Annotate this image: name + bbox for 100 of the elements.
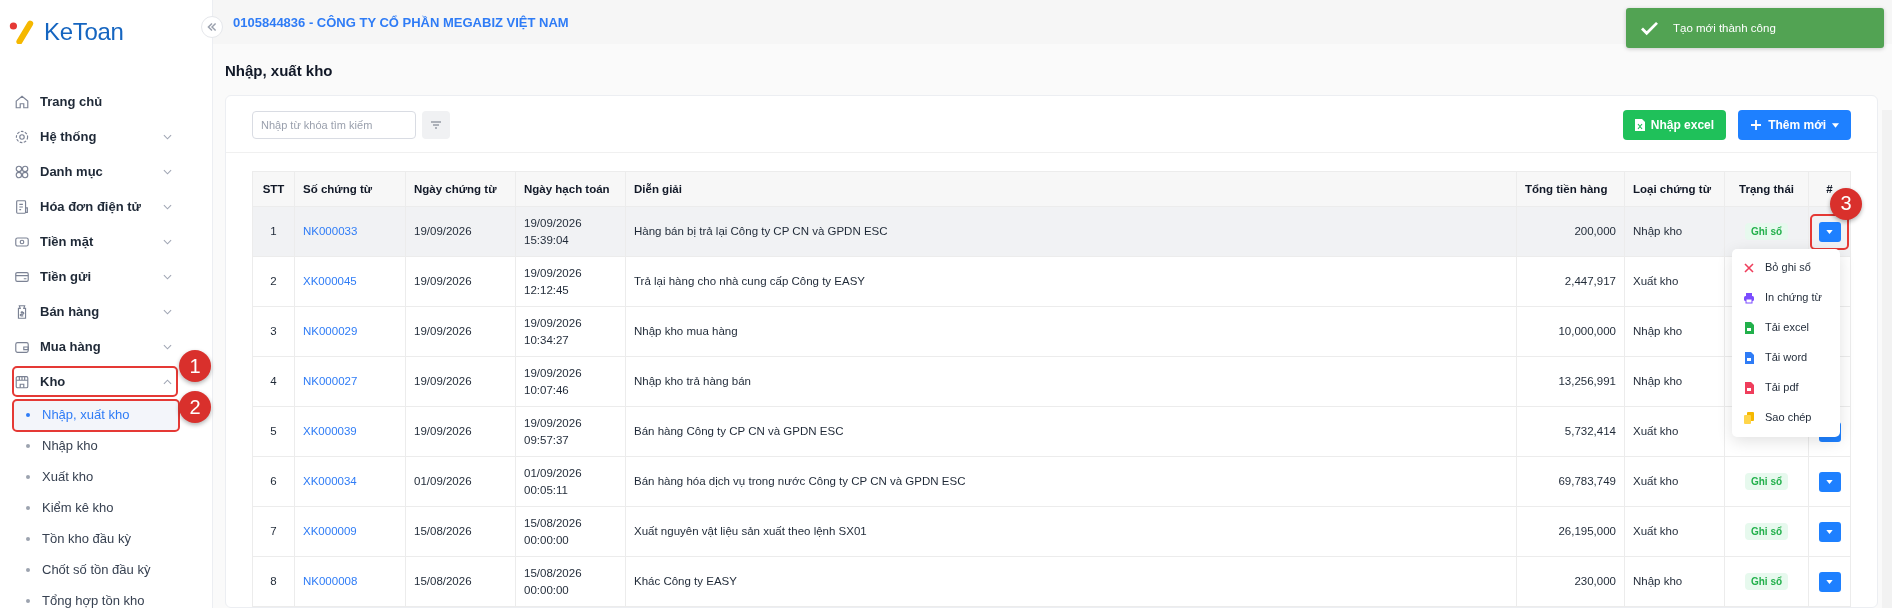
annotation-number: 1: [179, 350, 211, 382]
table-cell: Xuất kho: [1624, 506, 1725, 557]
table-cell: 6: [252, 456, 295, 507]
table-cell: 200,000: [1516, 206, 1625, 257]
table-cell: 230,000: [1516, 556, 1625, 607]
table-cell: 8: [252, 556, 295, 607]
grid-icon: [14, 163, 30, 180]
column-header: Ngày hạch toán: [515, 171, 626, 207]
sidebar-item[interactable]: Kho: [0, 364, 178, 399]
table-cell: 19/09/2026: [405, 206, 516, 257]
column-header: Ngày chứng từ: [405, 171, 516, 207]
column-header: Diễn giải: [625, 171, 1517, 207]
sidebar-item[interactable]: Danh mục: [0, 154, 178, 189]
voucher-link[interactable]: XK000034: [294, 456, 406, 507]
table-cell: Bán hàng hóa dịch vụ trong nước Công ty CP CN và GPDN ESC: [625, 456, 1517, 507]
sidebar-subitem[interactable]: Tổng hợp tồn kho: [0, 585, 212, 608]
column-header: Số chứng từ: [294, 171, 406, 207]
menu-item[interactable]: In chứng từ: [1732, 282, 1840, 313]
table-cell: 15/08/2026 00:00:00: [515, 506, 626, 557]
table-cell: 19/09/2026: [405, 306, 516, 357]
sidebar-item[interactable]: Hóa đơn điện tử: [0, 189, 178, 224]
sidebar-item[interactable]: Tiền gửi: [0, 259, 178, 294]
table-cell: Nhập kho: [1624, 356, 1725, 407]
row-menu-button[interactable]: [1818, 221, 1841, 242]
table-cell: Nhập kho: [1624, 206, 1725, 257]
sidebar-item[interactable]: Bán hàng: [0, 294, 178, 329]
status-badge: Ghi sổ: [1744, 473, 1789, 490]
table-cell: 13,256,991: [1516, 356, 1625, 407]
column-header: Tổng tiền hàng: [1516, 171, 1625, 207]
caret-icon: [1826, 479, 1833, 484]
plus-icon: [1750, 119, 1763, 131]
table-cell: Nhập kho mua hàng: [625, 306, 1517, 357]
column-header: STT: [252, 171, 295, 207]
table-cell: Xuất nguyên vật liệu sản xuất theo lệnh SX01: [625, 506, 1517, 557]
row-menu-button[interactable]: [1818, 521, 1841, 542]
copy-icon: [1743, 411, 1755, 424]
voucher-link[interactable]: XK000045: [294, 256, 406, 307]
caret-icon: [1832, 122, 1839, 128]
table-cell: 1: [252, 206, 295, 257]
table-cell: Xuất kho: [1624, 256, 1725, 307]
table-cell: 19/09/2026: [405, 256, 516, 307]
table-cell: 5: [252, 406, 295, 457]
table-cell: 01/09/2026: [405, 456, 516, 507]
status-badge: Ghi sổ: [1744, 223, 1789, 240]
sidebar-subitem[interactable]: Xuất kho: [0, 461, 212, 492]
collapse-button[interactable]: [201, 16, 223, 38]
sidebar-item[interactable]: Trang chủ: [0, 84, 178, 119]
table-cell: Bán hàng Công ty CP CN và GPDN ESC: [625, 406, 1517, 457]
filter-button[interactable]: [422, 111, 450, 139]
table-cell: 19/09/2026: [405, 356, 516, 407]
voucher-link[interactable]: NK000029: [294, 306, 406, 357]
document-icon: [14, 198, 30, 215]
menu-item[interactable]: Tải word: [1732, 342, 1840, 373]
voucher-link[interactable]: NK000033: [294, 206, 406, 257]
table-cell: 2,447,917: [1516, 256, 1625, 307]
table-cell: 4: [252, 356, 295, 407]
table-cell: 7: [252, 506, 295, 557]
voucher-link[interactable]: XK000009: [294, 506, 406, 557]
sidebar-subitem[interactable]: Chốt số tồn đầu kỳ: [0, 554, 212, 585]
add-new-button[interactable]: Thêm mới: [1738, 110, 1851, 140]
table-cell: 10,000,000: [1516, 306, 1625, 357]
table-cell: 19/09/2026 15:39:04: [515, 206, 626, 257]
sidebar-subitem[interactable]: Tồn kho đầu kỳ: [0, 523, 212, 554]
table-cell: Khác Công ty EASY: [625, 556, 1517, 607]
home-icon: [14, 93, 30, 110]
voucher-link[interactable]: XK000039: [294, 406, 406, 457]
word-file-icon: [1743, 351, 1755, 364]
menu-item[interactable]: Tải pdf: [1732, 372, 1840, 403]
sidebar-item[interactable]: Mua hàng: [0, 329, 178, 364]
menu-item[interactable]: Bỏ ghi sổ: [1732, 252, 1840, 283]
column-header: Trạng thái: [1724, 171, 1809, 207]
menu-item[interactable]: Sao chép: [1732, 402, 1840, 433]
sidebar-subitem[interactable]: Nhập, xuất kho: [14, 399, 178, 430]
table-cell: 19/09/2026 09:57:37: [515, 406, 626, 457]
sidebar-item[interactable]: Tiền mặt: [0, 224, 178, 259]
table-cell: 15/08/2026: [405, 506, 516, 557]
filter-icon: [430, 120, 442, 130]
table-cell: 19/09/2026 10:07:46: [515, 356, 626, 407]
row-menu-button[interactable]: [1818, 571, 1841, 592]
table-cell: 01/09/2026 00:05:11: [515, 456, 626, 507]
sidebar-subitem[interactable]: Nhập kho: [0, 430, 212, 461]
table-cell: 5,732,414: [1516, 406, 1625, 457]
search-field[interactable]: Nhập từ khóa tìm kiếm: [252, 111, 416, 139]
caret-icon: [1826, 529, 1833, 534]
column-header: Loại chứng từ: [1624, 171, 1725, 207]
table-cell: 26,195,000: [1516, 506, 1625, 557]
menu-item[interactable]: Tải excel: [1732, 312, 1840, 343]
sidebar-item[interactable]: Hệ thống: [0, 119, 178, 154]
sidebar-subitem[interactable]: Kiểm kê kho: [0, 492, 212, 523]
table-cell: 3: [252, 306, 295, 357]
row-menu-button[interactable]: [1818, 471, 1841, 492]
voucher-link[interactable]: NK000027: [294, 356, 406, 407]
caret-icon: [1826, 579, 1833, 584]
status-badge: Ghi sổ: [1744, 573, 1789, 590]
double-chevron-icon: [206, 21, 218, 33]
table-cell: Nhập kho: [1624, 306, 1725, 357]
status-badge: Ghi sổ: [1744, 523, 1789, 540]
pdf-file-icon: [1743, 381, 1755, 394]
table-cell: 69,783,749: [1516, 456, 1625, 507]
voucher-link[interactable]: NK000008: [294, 556, 406, 607]
